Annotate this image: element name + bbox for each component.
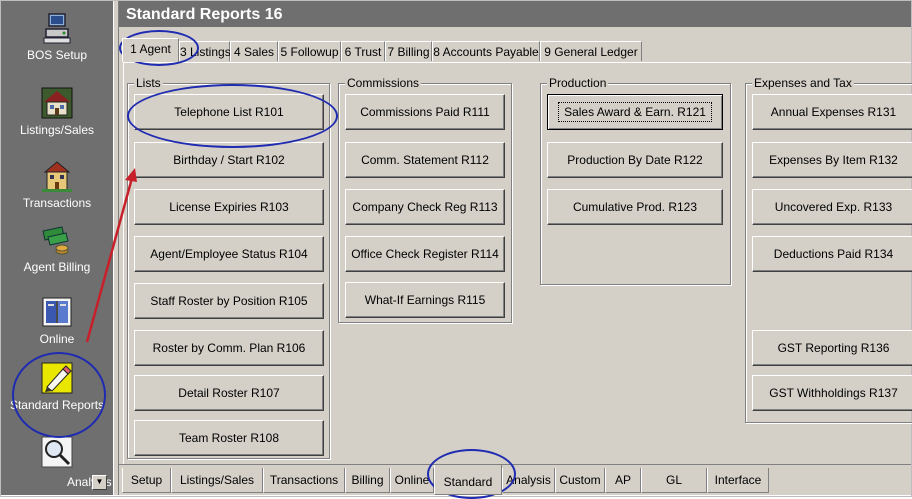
comm-statement-button[interactable]: Comm. Statement R112	[345, 142, 505, 178]
bottom-tab-billing[interactable]: Billing	[345, 468, 390, 493]
gst-withholdings-button[interactable]: GST Withholdings R137	[752, 375, 912, 411]
office-check-register-button[interactable]: Office Check Register R114	[345, 236, 505, 272]
sidebar-item-label: Standard Reports	[9, 398, 105, 412]
deductions-paid-button[interactable]: Deductions Paid R134	[752, 236, 912, 272]
sidebar: BOS Setup Listings/Sales Transactions Ag…	[1, 1, 113, 495]
production-by-date-button[interactable]: Production By Date R122	[547, 142, 723, 178]
bottom-tab-interface[interactable]: Interface	[707, 468, 769, 493]
cumulative-prod-button[interactable]: Cumulative Prod. R123	[547, 189, 723, 225]
tab-sales[interactable]: 4 Sales	[230, 41, 278, 61]
button-label: Sales Award & Earn. R121	[558, 102, 712, 122]
agent-tab-panel: Lists Telephone List R101 Birthday / Sta…	[123, 62, 912, 464]
tab-followup[interactable]: 5 Followup	[278, 41, 341, 61]
bottom-tab-transactions[interactable]: Transactions	[263, 468, 345, 493]
bottom-tab-custom[interactable]: Custom	[555, 468, 605, 493]
tab-listings[interactable]: 3 Listings	[179, 41, 231, 61]
bottom-tab-setup[interactable]: Setup	[122, 468, 171, 493]
group-title: Commissions	[345, 76, 422, 90]
team-roster-button[interactable]: Team Roster R108	[134, 420, 324, 456]
license-expiries-button[interactable]: License Expiries R103	[134, 189, 324, 225]
bottom-tab-standard[interactable]: Standard	[434, 465, 502, 495]
sidebar-item-label: Transactions	[22, 196, 92, 210]
group-title: Lists	[134, 76, 163, 90]
birthday-start-button[interactable]: Birthday / Start R102	[134, 142, 324, 178]
bottom-tab-analysis[interactable]: Analysis	[502, 468, 555, 493]
expenses-by-item-button[interactable]: Expenses By Item R132	[752, 142, 912, 178]
tab-accounts-payable[interactable]: 8 Accounts Payable	[432, 41, 540, 61]
bottom-tab-ap[interactable]: AP	[605, 468, 641, 493]
computer-icon	[43, 13, 71, 44]
sidebar-item-label: BOS Setup	[26, 48, 88, 62]
tab-billing[interactable]: 7 Billing	[385, 41, 432, 61]
house-icon	[41, 87, 73, 119]
sidebar-item-listings-sales[interactable]: Listings/Sales	[1, 86, 113, 137]
group-title: Production	[547, 76, 609, 90]
report-tab-row: 1 Agent 3 Listings 4 Sales 5 Followup 6 …	[119, 38, 911, 62]
sidebar-item-bos-setup[interactable]: BOS Setup	[1, 11, 113, 62]
pencil-icon	[41, 362, 73, 394]
sidebar-item-transactions[interactable]: Transactions	[1, 159, 113, 210]
tab-trust[interactable]: 6 Trust	[341, 41, 385, 61]
bottom-tab-online[interactable]: Online	[390, 468, 434, 493]
building-icon	[42, 161, 72, 192]
roster-by-comm-plan-button[interactable]: Roster by Comm. Plan R106	[134, 330, 324, 366]
analysis-row: Analysis ▼	[1, 475, 113, 493]
reports-window: Standard Reports 16 1 Agent 3 Listings 4…	[119, 1, 912, 495]
uncovered-exp-button[interactable]: Uncovered Exp. R133	[752, 189, 912, 225]
sidebar-item-label: Listings/Sales	[19, 123, 95, 137]
company-check-reg-button[interactable]: Company Check Reg R113	[345, 189, 505, 225]
book-icon	[42, 297, 72, 327]
money-icon	[42, 226, 69, 255]
sidebar-item-analysis[interactable]	[1, 435, 113, 469]
gst-reporting-button[interactable]: GST Reporting R136	[752, 330, 912, 366]
detail-roster-button[interactable]: Detail Roster R107	[134, 375, 324, 411]
bottom-tab-bar: Setup Listings/Sales Transactions Billin…	[119, 464, 911, 495]
tab-agent[interactable]: 1 Agent	[122, 38, 179, 62]
sidebar-item-label: Online	[39, 332, 75, 346]
commissions-paid-button[interactable]: Commissions Paid R111	[345, 94, 505, 130]
bottom-tab-listings-sales[interactable]: Listings/Sales	[171, 468, 263, 493]
sidebar-item-label: Agent Billing	[23, 260, 91, 274]
sales-award-earn-button[interactable]: Sales Award & Earn. R121	[547, 94, 723, 130]
sidebar-item-online[interactable]: Online	[1, 295, 113, 346]
bottom-tab-gl[interactable]: GL	[641, 468, 707, 493]
production-group: Production Sales Award & Earn. R121 Prod…	[540, 76, 731, 285]
telephone-list-button[interactable]: Telephone List R101	[134, 94, 324, 130]
lists-group: Lists Telephone List R101 Birthday / Sta…	[127, 76, 330, 459]
annual-expenses-button[interactable]: Annual Expenses R131	[752, 94, 912, 130]
magnifier-icon	[41, 436, 73, 468]
expenses-tax-group: Expenses and Tax Annual Expenses R131 Ex…	[745, 76, 912, 423]
commissions-group: Commissions Commissions Paid R111 Comm. …	[338, 76, 512, 323]
staff-roster-by-position-button[interactable]: Staff Roster by Position R105	[134, 283, 324, 319]
what-if-earnings-button[interactable]: What-If Earnings R115	[345, 282, 505, 318]
sidebar-item-standard-reports[interactable]: Standard Reports	[1, 361, 113, 412]
tab-general-ledger[interactable]: 9 General Ledger	[540, 41, 642, 61]
agent-employee-status-button[interactable]: Agent/Employee Status R104	[134, 236, 324, 272]
sidebar-item-agent-billing[interactable]: Agent Billing	[1, 223, 113, 274]
chevron-down-icon[interactable]: ▼	[92, 475, 107, 490]
window-title: Standard Reports 16	[119, 1, 911, 27]
group-title: Expenses and Tax	[752, 76, 854, 90]
